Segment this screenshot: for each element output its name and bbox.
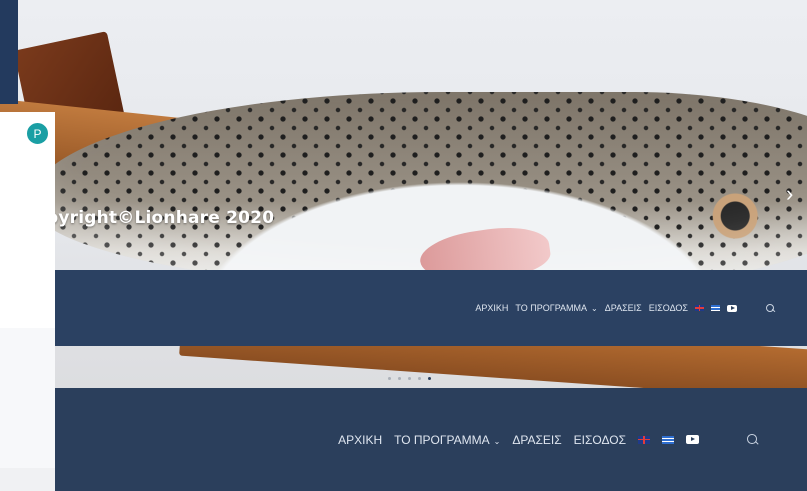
slider-dot[interactable]: [388, 377, 391, 380]
search-icon[interactable]: [747, 434, 758, 445]
slider-dot[interactable]: [398, 377, 401, 380]
main-menu: ΑΡΧΙΚΗ ΤΟ ΠΡΟΓΡΑΜΜΑ ⌄ ΔΡΑΣΕΙΣ ΕΙΣΟΔΟΣ: [475, 303, 775, 313]
page: pyright©Lionhare 2020 › ΑΡΧΙΚΗ ΤΟ ΠΡΟΓΡΑ…: [0, 0, 807, 491]
copyright-caption: pyright©Lionhare 2020: [46, 208, 275, 228]
menu-login[interactable]: ΕΙΣΟΔΟΣ: [649, 303, 688, 313]
slider-dot-active[interactable]: [428, 377, 431, 380]
flag-gr-icon[interactable]: [662, 435, 674, 444]
menu-program[interactable]: ΤΟ ΠΡΟΓΡΑΜΜΑ ⌄: [515, 303, 597, 313]
menu-program[interactable]: ΤΟ ΠΡΟΓΡΑΜΜΑ ⌄: [394, 433, 500, 447]
side-panel-section: [0, 328, 55, 468]
chevron-down-icon: ⌄: [591, 304, 598, 313]
left-strip: [0, 0, 18, 104]
menu-program-label: ΤΟ ΠΡΟΓΡΑΜΜΑ: [394, 432, 490, 447]
menu-actions[interactable]: ΔΡΑΣΕΙΣ: [605, 303, 642, 313]
avatar-letter: P: [33, 126, 42, 141]
slider-dot[interactable]: [408, 377, 411, 380]
side-panel: [0, 112, 55, 491]
menu-home[interactable]: ΑΡΧΙΚΗ: [475, 303, 508, 313]
flag-uk-icon[interactable]: [638, 435, 650, 444]
youtube-icon[interactable]: [686, 435, 699, 444]
nav-bar-compact: ΑΡΧΙΚΗ ΤΟ ΠΡΟΓΡΑΜΜΑ ⌄ ΔΡΑΣΕΙΣ ΕΙΣΟΔΟΣ: [0, 270, 807, 346]
slider-dot[interactable]: [418, 377, 421, 380]
side-panel-footer: [0, 468, 55, 491]
menu-home[interactable]: ΑΡΧΙΚΗ: [338, 433, 382, 447]
slider-dots: [388, 377, 431, 380]
chevron-down-icon: ⌄: [493, 436, 501, 446]
menu-login[interactable]: ΕΙΣΟΔΟΣ: [574, 433, 626, 447]
menu-program-label: ΤΟ ΠΡΟΓΡΑΜΜΑ: [515, 303, 588, 313]
menu-actions[interactable]: ΔΡΑΣΕΙΣ: [512, 433, 561, 447]
search-icon[interactable]: [766, 303, 775, 313]
main-menu-large: ΑΡΧΙΚΗ ΤΟ ΠΡΟΓΡΑΜΜΑ ⌄ ΔΡΑΣΕΙΣ ΕΙΣΟΔΟΣ: [338, 433, 758, 447]
flag-gr-icon[interactable]: [711, 305, 720, 311]
slider-next-icon[interactable]: ›: [786, 183, 793, 205]
avatar[interactable]: P: [25, 121, 50, 146]
flag-uk-icon[interactable]: [695, 305, 704, 311]
nav-bar: ΑΡΧΙΚΗ ΤΟ ΠΡΟΓΡΑΜΜΑ ⌄ ΔΡΑΣΕΙΣ ΕΙΣΟΔΟΣ: [0, 388, 807, 491]
youtube-icon[interactable]: [727, 304, 737, 312]
